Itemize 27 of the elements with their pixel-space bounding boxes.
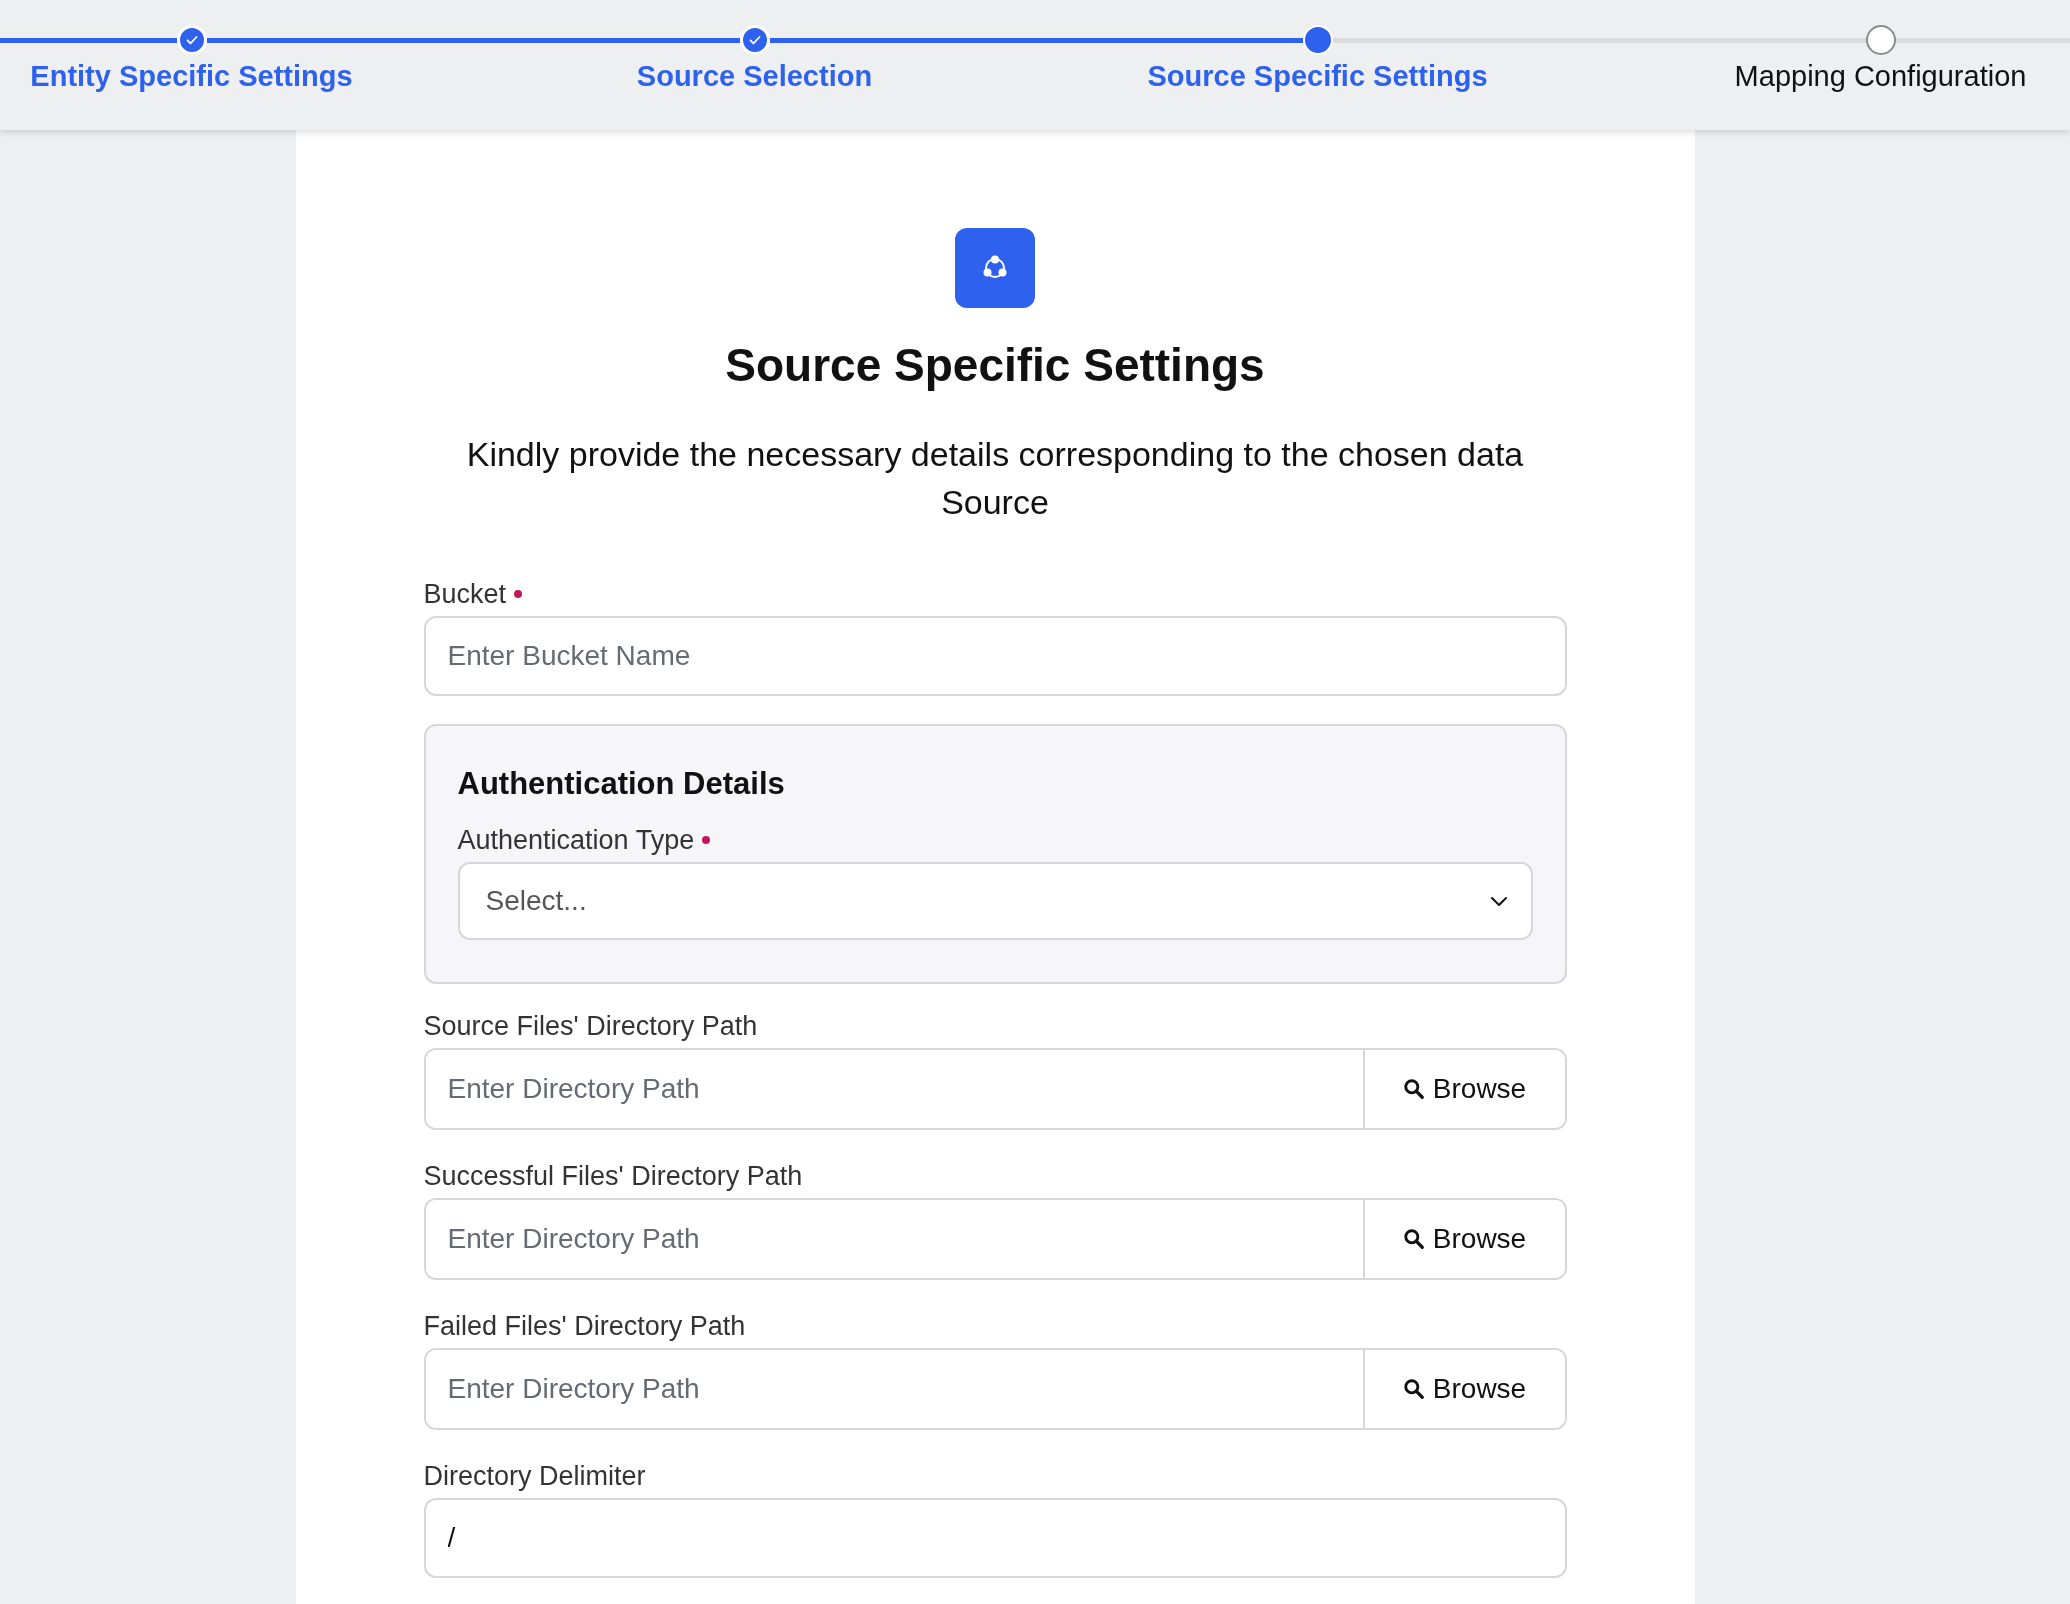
- form-title: Source Specific Settings: [724, 338, 1266, 392]
- path-input-group[interactable]: Enter Directory Path Browse: [423, 1048, 1567, 1130]
- form-subtitle: Kindly provide the necessary details corresponding to the chosen data Source: [465, 434, 1525, 523]
- field-label: Failed Files' Directory Path: [423, 1310, 746, 1342]
- field-label: Source Files' Directory Path: [423, 1010, 758, 1042]
- path-input-group[interactable]: Enter Directory Path Browse: [423, 1198, 1567, 1280]
- path-input-group[interactable]: Enter Directory Path Browse: [423, 1348, 1567, 1430]
- step-label[interactable]: Source Specific Settings: [1147, 60, 1488, 93]
- step-label[interactable]: Entity Specific Settings: [30, 60, 353, 93]
- search-icon: [1402, 1378, 1425, 1400]
- field-label: Authentication Type: [457, 824, 695, 856]
- search-icon: [1402, 1228, 1425, 1250]
- panel-title: Authentication Details: [457, 766, 786, 802]
- step-marker[interactable]: [1865, 25, 1896, 55]
- share-nodes-icon: [955, 228, 1035, 308]
- search-icon: [1402, 1078, 1425, 1100]
- step-label[interactable]: Mapping Configuration: [1734, 60, 2027, 93]
- browse-button[interactable]: Browse: [1362, 1350, 1565, 1428]
- field-label: Directory Delimiter: [423, 1460, 646, 1492]
- browse-button[interactable]: Browse: [1362, 1200, 1565, 1278]
- field-label: Successful Files' Directory Path: [423, 1160, 803, 1192]
- input-field[interactable]: Enter Bucket Name: [423, 616, 1567, 696]
- select-dropdown[interactable]: Select...: [457, 862, 1533, 940]
- input-field[interactable]: /: [423, 1498, 1567, 1578]
- browse-button[interactable]: Browse: [1362, 1050, 1565, 1128]
- field-label: Bucket: [423, 578, 507, 610]
- step-label[interactable]: Source Selection: [636, 60, 873, 93]
